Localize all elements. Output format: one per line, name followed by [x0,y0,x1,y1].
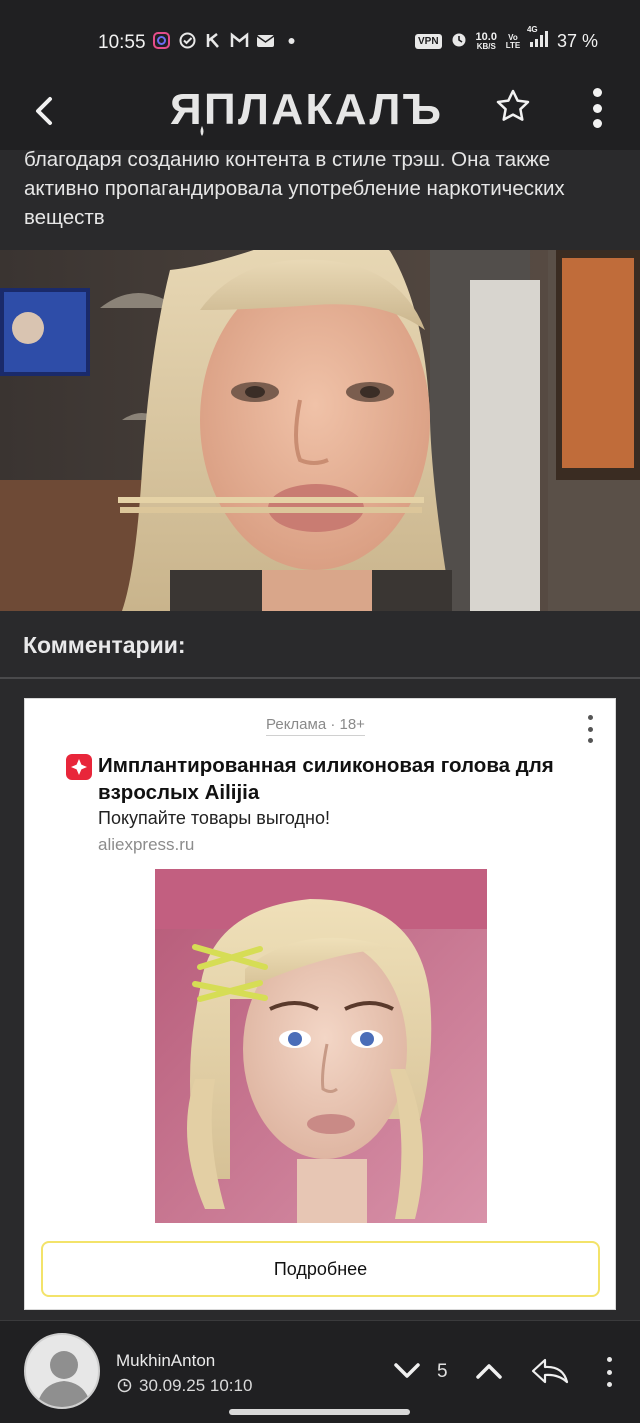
instagram-icon [152,31,171,50]
mail-icon [256,31,275,50]
status-right: VPN 10.0 KB/S Vo LTE 4G 37 % [414,26,598,53]
home-indicator[interactable] [229,1409,410,1415]
more-menu-icon[interactable] [588,88,606,128]
reply-icon[interactable] [530,1357,570,1385]
article-text: благодаря созданию контента в стиле трэш… [24,148,565,229]
ad-label: Реклама · 18+ [266,716,365,736]
notification-icons [152,31,301,50]
k-icon [204,31,223,50]
divider [0,677,640,679]
net-speed-unit: KB/S [476,42,496,51]
avatar[interactable] [24,1333,100,1409]
signal-icon: 4G [527,26,549,53]
article-photo[interactable] [0,228,640,611]
clock-icon [117,1378,132,1393]
network-type: 4G [526,25,538,34]
comment-username[interactable]: MukhinAnton [116,1351,215,1371]
ad-image[interactable] [155,869,487,1223]
ad-menu-icon[interactable] [586,715,594,743]
favorite-star-icon[interactable] [494,87,532,125]
comment-datetime: 30.09.25 10:10 [139,1376,253,1395]
vpn-badge: VPN [414,34,442,49]
status-time: 10:55 [98,32,146,53]
check-circle-icon [178,31,197,50]
ad-subtitle: Покупайте товары выгодно! [98,808,331,828]
alarm-icon [450,30,468,53]
dot-icon [282,31,301,50]
site-logo[interactable]: ЯПЛАКАЛЪ [168,84,472,136]
gmail-icon [230,31,249,50]
back-button[interactable] [30,91,58,131]
comment-bar: MukhinAnton 30.09.25 10:10 5 [0,1320,640,1423]
battery-level: 37 % [556,31,598,51]
comment-menu-icon[interactable] [604,1357,614,1387]
vote-count: 5 [437,1361,448,1382]
ad-domain[interactable]: aliexpress.ru [98,835,194,855]
vote-down-icon[interactable] [392,1361,422,1381]
ad-title[interactable]: Имплантированная силиконовая голова для … [98,752,598,806]
comments-heading: Комментарии: [23,632,186,658]
app-header: ЯПЛАКАЛЪ [0,84,640,150]
ad-details-button[interactable]: Подробнее [41,1241,600,1297]
net-speed: 10.0 KB/S [476,32,497,51]
volte-label: Vo LTE [505,32,521,50]
aliexpress-logo-icon [66,754,92,780]
svg-text:ЯПЛАКАЛЪ: ЯПЛАКАЛЪ [170,85,440,134]
ad-card[interactable]: Реклама · 18+ Имплантированная силиконов… [24,698,616,1310]
status-bar: 10:55 VPN 10.0 KB/S Vo LTE 4G 37 % [0,0,640,84]
vote-up-icon[interactable] [474,1361,504,1381]
